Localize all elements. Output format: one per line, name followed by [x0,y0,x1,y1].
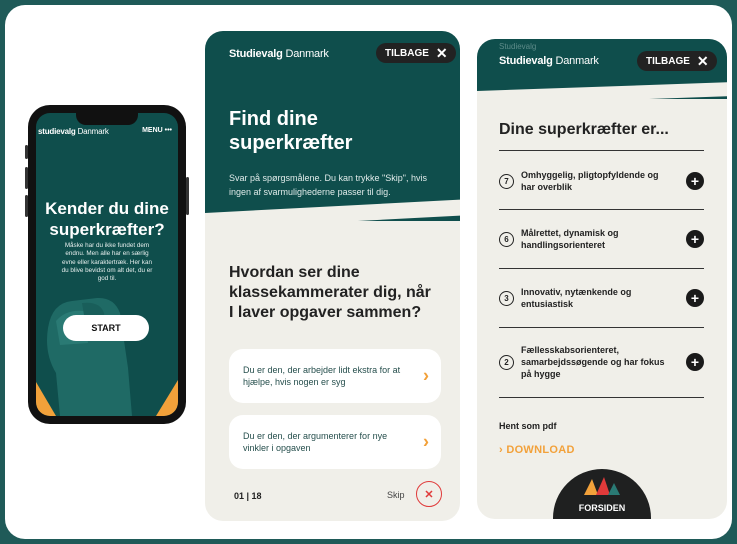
trait-item[interactable]: 3 Innovativ, nytænkende og entusiastisk … [499,286,704,310]
question-counter: 01 | 18 [234,491,262,501]
brand-logo[interactable]: studievalg Danmark [38,127,109,136]
phone-screen: studievalg Danmark MENU ••• Kender du di… [36,113,178,416]
fist-illustration [47,297,132,416]
orange-accent-right [156,380,178,416]
home-button[interactable]: FORSIDEN [553,469,651,519]
skip-close-icon[interactable]: ✕ [416,481,442,507]
divider [499,209,704,210]
answer-option[interactable]: Du er den, der arbejder lidt ekstra for … [229,349,441,403]
divider [499,397,704,398]
results-screen: Studievalg Studievalg Danmark TILBAGE ✕ … [477,39,727,519]
ghost-brand-text: Studievalg [499,42,537,51]
back-label: TILBAGE [646,55,690,67]
close-icon: ✕ [435,45,448,61]
pdf-label: Hent som pdf [499,421,557,431]
back-label: TILBAGE [385,47,429,59]
phone-mockup: studievalg Danmark MENU ••• Kender du di… [25,105,189,424]
trait-item[interactable]: 2 Fællesskabsorienteret, samarbejdssøgen… [499,344,704,380]
answer-option-label: Du er den, der argumenterer for nye vink… [243,431,388,453]
trait-rank: 6 [499,231,514,247]
divider [499,268,704,269]
brand-logo[interactable]: Studievalg Danmark [229,48,329,60]
brand-logo[interactable]: Studievalg Danmark [499,55,599,67]
expand-plus-icon[interactable]: + [686,289,704,307]
expand-plus-icon[interactable]: + [686,230,704,248]
trait-item[interactable]: 7 Omhyggelig, pligtopfyldende og har ove… [499,169,704,193]
chevron-right-icon: › [423,431,429,452]
home-label: FORSIDEN [578,503,626,513]
phone-notch [76,113,138,125]
trait-label: Fællesskabsorienteret, samarbejdssøgende… [521,345,665,379]
answer-option[interactable]: Du er den, der argumenterer for nye vink… [229,415,441,469]
download-link[interactable]: › DOWNLOAD [499,444,575,456]
trait-label: Målrettet, dynamisk og handlingsorienter… [521,228,619,250]
quiz-screen: Studievalg Danmark TILBAGE ✕ Find dine s… [205,31,460,521]
results-title: Dine superkræfter er... [499,121,669,138]
back-button[interactable]: TILBAGE ✕ [376,43,456,63]
trait-rank: 2 [499,354,514,370]
answer-option-label: Du er den, der arbejder lidt ekstra for … [243,365,401,387]
back-button[interactable]: TILBAGE ✕ [637,51,717,71]
divider [499,327,704,328]
showcase-card: studievalg Danmark MENU ••• Kender du di… [5,5,732,539]
orange-accent-left [36,382,56,416]
close-icon: ✕ [696,53,709,69]
trait-rank: 7 [499,173,514,189]
hero-title: Kender du dine superkræfter? [45,199,169,239]
chevron-right-icon: › [423,365,429,386]
trait-label: Omhyggelig, pligtopfyldende og har overb… [521,170,659,192]
trait-label: Innovativ, nytænkende og entusiastisk [521,287,632,309]
logo-mark-icon [584,477,620,495]
trait-item[interactable]: 6 Målrettet, dynamisk og handlingsorient… [499,227,704,251]
expand-plus-icon[interactable]: + [686,172,704,190]
menu-button[interactable]: MENU ••• [142,127,172,134]
divider [499,150,704,151]
expand-plus-icon[interactable]: + [686,353,704,371]
start-button[interactable]: START [63,315,149,341]
hero-description: Måske har du ikke fundet dem endnu. Men … [61,242,153,283]
page-title: Find dine superkræfter [229,108,353,154]
skip-label[interactable]: Skip [387,490,405,500]
page-subtitle: Svar på spørgsmålene. Du kan trykke "Ski… [229,173,427,197]
question-text: Hvordan ser dine klassekammerater dig, n… [229,264,431,321]
trait-rank: 3 [499,290,514,306]
